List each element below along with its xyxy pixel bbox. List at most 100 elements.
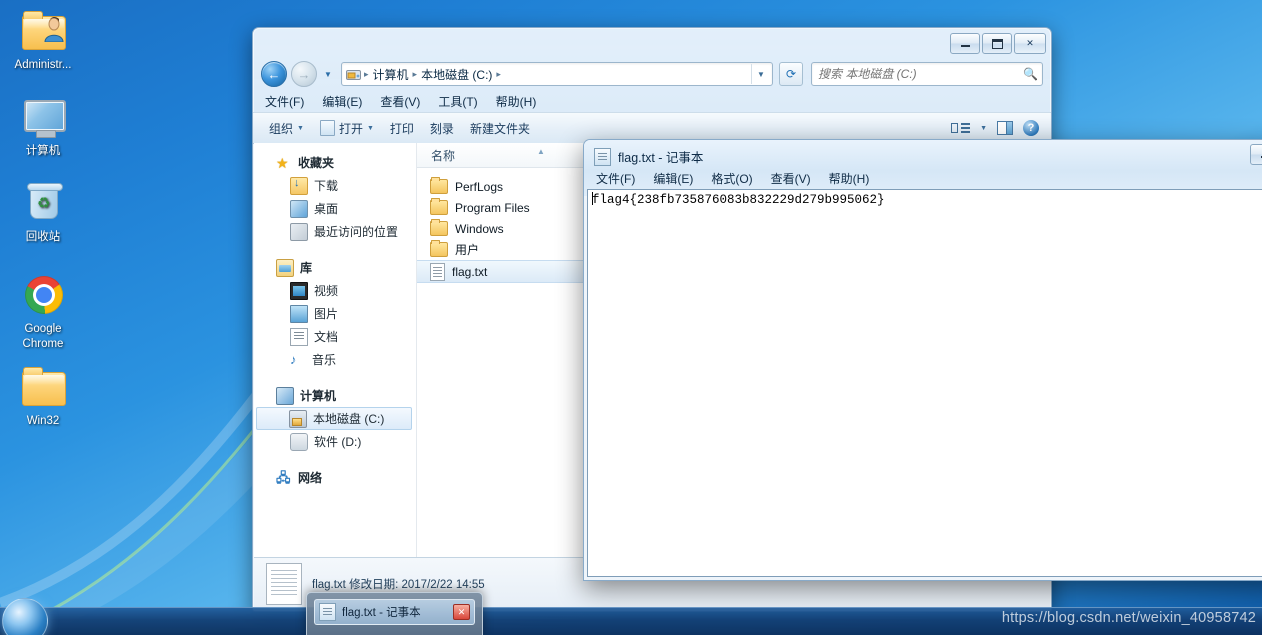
sidebar-item-downloads[interactable]: 下载 bbox=[254, 174, 416, 197]
video-icon bbox=[290, 281, 308, 300]
sidebar-item-libraries[interactable]: 库 bbox=[254, 256, 416, 279]
notepad-icon bbox=[594, 147, 611, 166]
address-dropdown-icon[interactable]: ▼ bbox=[751, 64, 770, 84]
notepad-title: flag.txt - 记事本 bbox=[618, 151, 704, 165]
nav-group-network: 🖧 网络 bbox=[254, 466, 416, 489]
organize-label: 组织 bbox=[269, 121, 294, 136]
back-button[interactable]: ← bbox=[261, 61, 287, 87]
notepad-text-area[interactable]: flag4{238fb735876083b832229d279b995062} bbox=[587, 189, 1262, 577]
sidebar-item-documents[interactable]: 文档 bbox=[254, 325, 416, 348]
file-name: Windows bbox=[455, 221, 504, 236]
desktop-icon-administrator[interactable]: Administr... bbox=[0, 6, 86, 72]
desktop-icon bbox=[290, 199, 308, 218]
sidebar-item-computer[interactable]: 计算机 bbox=[254, 384, 416, 407]
print-button[interactable]: 打印 bbox=[382, 117, 422, 140]
user-avatar-icon bbox=[44, 16, 64, 42]
sidebar-item-label: 视频 bbox=[314, 284, 339, 298]
file-name: flag.txt bbox=[452, 264, 488, 279]
menu-file[interactable]: 文件(F) bbox=[265, 93, 304, 110]
maximize-button[interactable] bbox=[982, 33, 1012, 54]
folder-icon bbox=[430, 198, 448, 215]
sidebar-item-favorites[interactable]: ★ 收藏夹 bbox=[254, 151, 416, 174]
taskbar-thumbnail-item[interactable]: flag.txt - 记事本 ✕ bbox=[314, 599, 475, 625]
new-folder-button[interactable]: 新建文件夹 bbox=[462, 117, 538, 140]
sidebar-item-software-d[interactable]: 软件 (D:) bbox=[254, 430, 416, 453]
menu-view[interactable]: 查看(V) bbox=[380, 93, 420, 110]
notepad-icon bbox=[319, 603, 336, 621]
sidebar-item-network[interactable]: 🖧 网络 bbox=[254, 466, 416, 489]
network-icon: 🖧 bbox=[276, 469, 291, 485]
minimize-button[interactable] bbox=[1250, 144, 1262, 165]
column-header-name[interactable]: 名称 bbox=[431, 147, 455, 164]
search-box[interactable]: 🔍 bbox=[811, 62, 1043, 86]
chevron-down-icon: ▼ bbox=[297, 124, 304, 132]
refresh-button[interactable]: ⟳ bbox=[779, 62, 803, 86]
toolbar-right-group: ▼ ? bbox=[951, 120, 1043, 136]
desktop-icon-google-chrome[interactable]: Google Chrome bbox=[0, 270, 86, 352]
open-button[interactable]: 打开 ▼ bbox=[312, 117, 382, 140]
sidebar-item-local-disk-c[interactable]: 本地磁盘 (C:) bbox=[256, 407, 412, 430]
close-icon[interactable]: ✕ bbox=[453, 604, 470, 620]
dvd-drive-icon bbox=[290, 432, 308, 451]
file-name: 用户 bbox=[455, 243, 480, 257]
explorer-titlebar[interactable]: ✕ bbox=[253, 28, 1051, 58]
navigation-pane: ★ 收藏夹 下载 桌面 最近访问的位置 bbox=[254, 143, 417, 558]
sidebar-item-videos[interactable]: 视频 bbox=[254, 279, 416, 302]
menu-file[interactable]: 文件(F) bbox=[596, 170, 635, 187]
taskbar-thumbnail-label: flag.txt - 记事本 bbox=[342, 607, 421, 619]
menu-edit[interactable]: 编辑(E) bbox=[653, 170, 693, 187]
music-icon: ♪ bbox=[290, 351, 297, 367]
start-button[interactable] bbox=[2, 598, 48, 635]
notepad-menubar: 文件(F) 编辑(E) 格式(O) 查看(V) 帮助(H) bbox=[584, 167, 1262, 189]
desktop-icon-recycle-bin[interactable]: ♻ 回收站 bbox=[0, 178, 86, 244]
menu-help[interactable]: 帮助(H) bbox=[496, 93, 537, 110]
sidebar-item-label: 文档 bbox=[314, 330, 339, 344]
computer-icon bbox=[19, 92, 67, 140]
sidebar-item-recent-places[interactable]: 最近访问的位置 bbox=[254, 220, 416, 243]
recent-pages-chevron-icon[interactable]: ▼ bbox=[321, 63, 335, 85]
status-modified-date: 修改日期: 2017/2/22 14:55 bbox=[349, 579, 485, 591]
chevron-down-icon: ▼ bbox=[366, 124, 374, 132]
burn-button[interactable]: 刻录 bbox=[422, 117, 462, 140]
folder-icon bbox=[430, 240, 448, 257]
chevron-down-icon[interactable]: ▼ bbox=[980, 125, 987, 132]
address-bar[interactable]: ▸ 计算机 ▸ 本地磁盘 (C:) ▸ ▼ bbox=[341, 62, 773, 86]
explorer-window-controls: ✕ bbox=[950, 33, 1046, 54]
organize-button[interactable]: 组织 ▼ bbox=[261, 117, 312, 140]
nav-group-computer: 计算机 本地磁盘 (C:) 软件 (D:) bbox=[254, 384, 416, 453]
menu-view[interactable]: 查看(V) bbox=[771, 170, 811, 187]
open-label: 打开 bbox=[338, 121, 363, 136]
status-filename: flag.txt bbox=[312, 579, 346, 591]
sidebar-item-pictures[interactable]: 图片 bbox=[254, 302, 416, 325]
forward-button[interactable]: → bbox=[291, 61, 317, 87]
menu-help[interactable]: 帮助(H) bbox=[829, 170, 870, 187]
drive-icon bbox=[346, 67, 361, 81]
user-folder-icon bbox=[19, 6, 67, 54]
menu-format[interactable]: 格式(O) bbox=[711, 170, 752, 187]
taskbar-thumbnail-popup: flag.txt - 记事本 ✕ bbox=[306, 592, 483, 635]
sidebar-item-desktop[interactable]: 桌面 bbox=[254, 197, 416, 220]
desktop-icon-win32[interactable]: Win32 bbox=[0, 362, 86, 428]
search-input[interactable] bbox=[816, 66, 1024, 82]
menu-edit[interactable]: 编辑(E) bbox=[322, 93, 362, 110]
desktop: Administr... 计算机 ♻ 回收站 Google Chrome Win… bbox=[0, 0, 1262, 635]
change-view-icon[interactable] bbox=[951, 123, 971, 133]
breadcrumb-computer[interactable]: 计算机 bbox=[370, 66, 412, 83]
notepad-content: flag4{238fb735876083b832229d279b995062} bbox=[592, 193, 885, 207]
menu-tools[interactable]: 工具(T) bbox=[438, 93, 477, 110]
star-icon: ★ bbox=[276, 154, 289, 171]
desktop-icon-computer[interactable]: 计算机 bbox=[0, 92, 86, 158]
sidebar-item-label: 网络 bbox=[298, 471, 323, 485]
minimize-button[interactable] bbox=[950, 33, 980, 54]
notepad-window: flag.txt - 记事本 文件(F) 编辑(E) 格式(O) 查看(V) 帮… bbox=[583, 139, 1262, 581]
folder-icon bbox=[19, 362, 67, 410]
search-icon[interactable]: 🔍 bbox=[1023, 67, 1038, 81]
sidebar-item-label: 本地磁盘 (C:) bbox=[313, 412, 385, 426]
sidebar-item-music[interactable]: ♪ 音乐 bbox=[254, 348, 416, 371]
breadcrumb-local-disk-c[interactable]: 本地磁盘 (C:) bbox=[418, 66, 495, 83]
help-icon[interactable]: ? bbox=[1023, 120, 1039, 136]
preview-pane-icon[interactable] bbox=[997, 121, 1013, 135]
close-button[interactable]: ✕ bbox=[1014, 33, 1046, 54]
explorer-navigation-bar: ← → ▼ ▸ 计算机 ▸ 本地磁盘 (C:) ▸ ▼ ⟳ 搜索 本地磁盘 (C… bbox=[253, 58, 1051, 90]
